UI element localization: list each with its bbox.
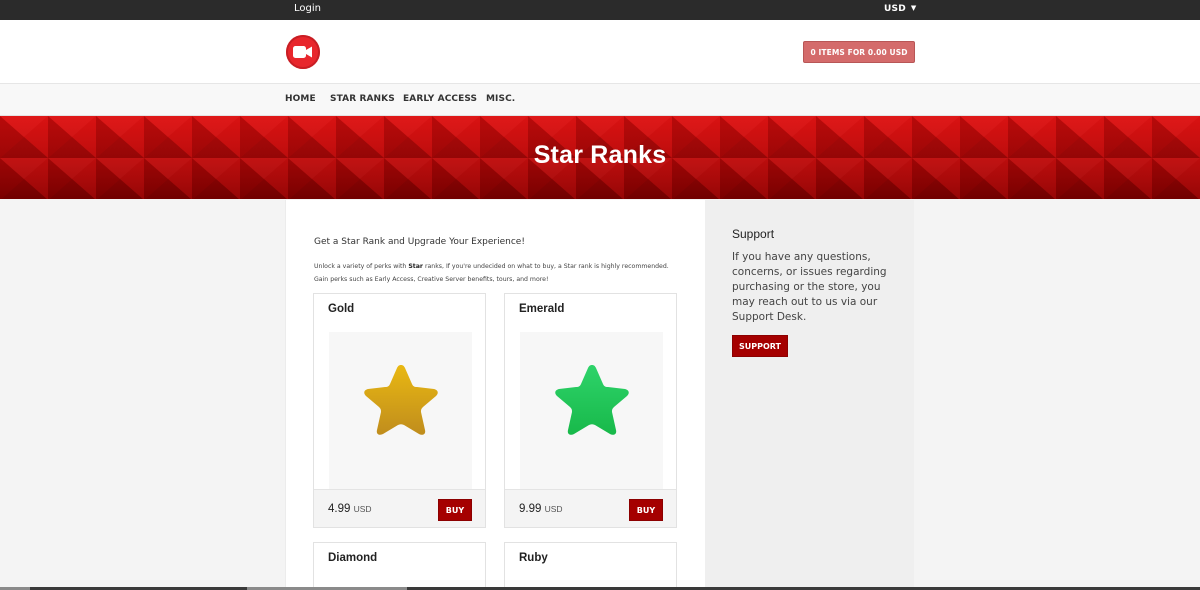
nav-item-misc[interactable]: MISC. — [486, 94, 515, 104]
intro-description: Unlock a variety of perks with Star rank… — [314, 261, 684, 286]
hero-banner: Star Ranks — [0, 116, 1200, 199]
price-currency: USD — [544, 504, 563, 514]
currency-label: USD — [884, 4, 906, 14]
desc-text: Unlock a variety of perks with — [314, 263, 409, 270]
main-nav: HOME STAR RANKS EARLY ACCESS MISC. — [0, 84, 1200, 116]
main-content: Get a Star Rank and Upgrade Your Experie… — [285, 200, 705, 590]
product-card-ruby: Ruby — [504, 542, 677, 590]
product-card-diamond: Diamond — [313, 542, 486, 590]
page-title: Star Ranks — [533, 141, 667, 169]
product-name: Ruby — [519, 552, 548, 564]
product-card-gold: Gold 4.99 USD BUY — [313, 293, 486, 528]
nav-item-home[interactable]: HOME — [285, 94, 316, 104]
currency-selector[interactable]: USD ▼ — [884, 4, 916, 14]
product-image[interactable] — [520, 332, 663, 489]
buy-button[interactable]: BUY — [629, 499, 663, 521]
desc-text: Gain perks such as Early Access, Creativ… — [314, 275, 549, 283]
emerald-star-icon — [555, 365, 629, 435]
sidebar-title: Support — [732, 227, 775, 241]
support-sidebar: Support If you have any questions, conce… — [705, 200, 914, 590]
top-bar: Login USD ▼ — [0, 0, 1200, 20]
product-footer: 4.99 USD BUY — [314, 489, 485, 527]
price-currency: USD — [353, 504, 372, 514]
price-value: 4.99 — [328, 503, 351, 515]
login-link[interactable]: Login — [294, 3, 321, 14]
video-camera-icon[interactable] — [286, 35, 320, 69]
site-header: 0 ITEMS FOR 0.00 USD — [0, 20, 1200, 84]
nav-item-early-access[interactable]: EARLY ACCESS — [403, 94, 477, 104]
product-card-emerald: Emerald 9.99 USD BUY — [504, 293, 677, 528]
product-image[interactable] — [329, 332, 472, 489]
desc-text: ranks, If you're undecided on what to bu… — [422, 263, 669, 270]
support-button[interactable]: SUPPORT — [732, 335, 788, 357]
product-price: 9.99 USD — [519, 503, 563, 515]
cart-button[interactable]: 0 ITEMS FOR 0.00 USD — [803, 41, 915, 63]
buy-button[interactable]: BUY — [438, 499, 472, 521]
gold-star-icon — [364, 365, 438, 435]
product-name: Diamond — [328, 552, 378, 564]
product-price: 4.99 USD — [328, 503, 372, 515]
product-name: Emerald — [519, 303, 565, 315]
product-name: Gold — [328, 303, 355, 315]
price-value: 9.99 — [519, 503, 542, 515]
desc-bold: Star — [408, 263, 423, 270]
chevron-down-icon: ▼ — [910, 4, 917, 12]
product-footer: 9.99 USD BUY — [505, 489, 676, 527]
intro-heading: Get a Star Rank and Upgrade Your Experie… — [314, 237, 525, 247]
nav-item-star-ranks[interactable]: STAR RANKS — [330, 94, 395, 104]
sidebar-text: If you have any questions, concerns, or … — [732, 251, 887, 323]
